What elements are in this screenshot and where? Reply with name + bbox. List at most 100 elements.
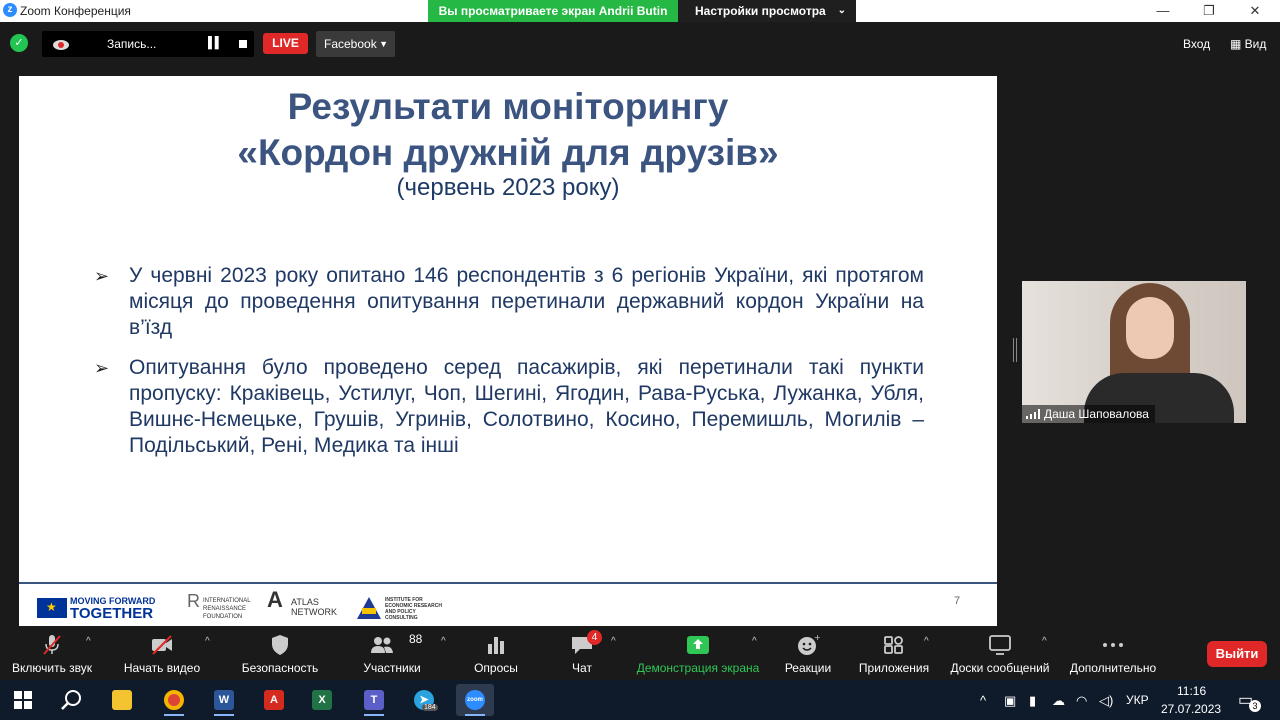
caret-down-icon: ▼: [379, 39, 388, 49]
language-indicator[interactable]: УКР: [1126, 693, 1149, 707]
participants-label: Участники: [363, 661, 421, 675]
microphone-muted-icon: [43, 635, 61, 655]
excel-icon: X: [312, 690, 332, 710]
connection-signal-icon: [1026, 409, 1040, 419]
share-screen-label: Демонстрация экрана: [636, 661, 760, 675]
exit-button[interactable]: Вход: [1183, 37, 1210, 51]
smiley-plus-icon: +: [798, 634, 820, 655]
leave-button[interactable]: Выйти: [1207, 641, 1267, 667]
notifications-badge: 3: [1249, 700, 1261, 712]
chat-unread-badge: 4: [587, 630, 602, 645]
more-button[interactable]: Дополнительно: [1062, 626, 1164, 680]
eu-flag-logo: [37, 598, 67, 618]
atlas-network-logo: ATLAS NETWORK: [267, 595, 347, 617]
view-button[interactable]: ▦ Вид: [1230, 37, 1266, 51]
chat-button[interactable]: 4 ^ Чат: [534, 626, 630, 680]
slide-bullet: ➢ У червні 2023 року опитано 146 респонд…: [94, 263, 924, 341]
minimize-button[interactable]: —: [1140, 0, 1186, 22]
encryption-shield-icon[interactable]: ✓: [10, 34, 28, 52]
arrow-bullet-icon: ➢: [94, 266, 110, 286]
stop-recording-button[interactable]: [239, 40, 247, 48]
more-label: Дополнительно: [1069, 661, 1157, 675]
start-video-button[interactable]: ^ Начать видео: [114, 626, 210, 680]
close-button[interactable]: ✕: [1232, 0, 1278, 22]
teams-app[interactable]: T: [358, 684, 390, 716]
zoom-app[interactable]: zoom: [456, 684, 494, 716]
polls-label: Опросы: [474, 661, 518, 675]
irf-logo: INTERNATIONAL RENAISSANCE FOUNDATION: [187, 597, 267, 621]
cloud-icon[interactable]: ☁: [1052, 693, 1065, 709]
slide-bullet-text: Опитування було проведено серед пасажирі…: [129, 356, 924, 457]
wifi-icon[interactable]: ◠: [1076, 693, 1087, 709]
telegram-app[interactable]: ➤ 184: [408, 684, 440, 716]
slide-title-line1: Результати моніторингу: [287, 86, 729, 127]
chevron-up-icon[interactable]: ^: [1042, 636, 1047, 647]
battery-icon[interactable]: ▮: [1029, 693, 1036, 709]
recording-panel: Запись... ▌▌: [42, 31, 254, 57]
teams-icon: T: [364, 690, 384, 710]
shield-icon: [272, 635, 288, 655]
pdf-icon: A: [264, 690, 284, 710]
meeting-topbar: ✓ Запись... ▌▌ LIVE Facebook ▼ Вход ▦ Ви…: [0, 22, 1280, 66]
pause-recording-button[interactable]: ▌▌: [208, 37, 223, 49]
clock-date[interactable]: 27.07.2023: [1161, 702, 1221, 716]
reactions-label: Реакции: [784, 661, 832, 675]
chevron-up-icon[interactable]: ^: [86, 636, 91, 647]
chevron-up-icon[interactable]: ^: [752, 636, 757, 647]
chevron-up-icon[interactable]: ^: [441, 636, 446, 647]
security-button[interactable]: Безопасность: [232, 626, 328, 680]
chevron-up-icon[interactable]: ^: [980, 693, 986, 708]
active-indicator: [214, 714, 234, 716]
polls-button[interactable]: Опросы: [448, 626, 544, 680]
search-icon[interactable]: [60, 689, 82, 711]
recording-label: Запись...: [107, 37, 157, 51]
view-options-dropdown[interactable]: Настройки просмотра ⌄: [678, 0, 856, 22]
stream-target-label: Facebook: [324, 37, 377, 51]
file-explorer-app[interactable]: [106, 684, 138, 716]
share-screen-button[interactable]: ^ Демонстрация экрана: [632, 626, 764, 680]
moving-forward-together-logo: MOVING FORWARD TOGETHER: [70, 596, 170, 621]
more-dots-icon: [1103, 643, 1123, 647]
ier-logo: INSTITUTE FOR ECONOMIC RESEARCH AND POLI…: [357, 597, 447, 621]
view-options-label: Настройки просмотра: [695, 4, 826, 18]
chrome-app[interactable]: [158, 684, 190, 716]
unmute-button[interactable]: ^ Включить звук: [4, 626, 100, 680]
arrow-bullet-icon: ➢: [94, 358, 110, 378]
chevron-up-icon[interactable]: ^: [611, 636, 616, 647]
shared-screen-slide: Результати моніторингу «Кордон дружній д…: [19, 76, 997, 626]
svg-text:+: +: [814, 634, 820, 642]
video-off-icon: [152, 635, 172, 655]
cloud-recording-icon: [53, 40, 69, 50]
participants-count: 88: [409, 632, 423, 646]
participant-name: Даша Шаповалова: [1044, 407, 1149, 421]
security-label: Безопасность: [241, 661, 319, 675]
acrobat-app[interactable]: A: [258, 684, 290, 716]
chevron-up-icon[interactable]: ^: [924, 636, 929, 647]
unmute-label: Включить звук: [11, 661, 93, 675]
maximize-button[interactable]: ❐: [1186, 0, 1232, 22]
participant-video-tile[interactable]: Даша Шаповалова: [1022, 281, 1246, 423]
panel-resize-handle[interactable]: [1013, 338, 1017, 362]
bar-chart-icon: [488, 637, 504, 654]
excel-app[interactable]: X: [306, 684, 338, 716]
windows-start-icon[interactable]: [14, 691, 32, 709]
camera-tray-icon[interactable]: ▣: [1004, 693, 1016, 709]
clock-time[interactable]: 11:16: [1177, 684, 1206, 698]
reactions-button[interactable]: + Реакции: [770, 626, 846, 680]
zoom-icon: zoom: [465, 690, 485, 710]
volume-icon[interactable]: ◁): [1099, 693, 1113, 709]
view-label: Вид: [1244, 37, 1267, 51]
chevron-up-icon[interactable]: ^: [205, 636, 210, 647]
chevron-down-icon: ⌄: [837, 5, 846, 16]
stream-target-dropdown[interactable]: Facebook ▼: [316, 31, 395, 57]
start-video-label: Начать видео: [123, 661, 201, 675]
active-indicator: [164, 714, 184, 716]
participants-button[interactable]: 88 ^ Участники: [344, 626, 445, 680]
participant-face: [1126, 297, 1174, 359]
slide-bullet: ➢ Опитування було проведено серед пасажи…: [94, 355, 924, 459]
apps-button[interactable]: ^ Приложения: [852, 626, 936, 680]
slide-footer-divider: [19, 582, 997, 584]
word-app[interactable]: W: [208, 684, 240, 716]
word-icon: W: [214, 690, 234, 710]
whiteboards-button[interactable]: ^ Доски сообщений: [944, 626, 1056, 680]
